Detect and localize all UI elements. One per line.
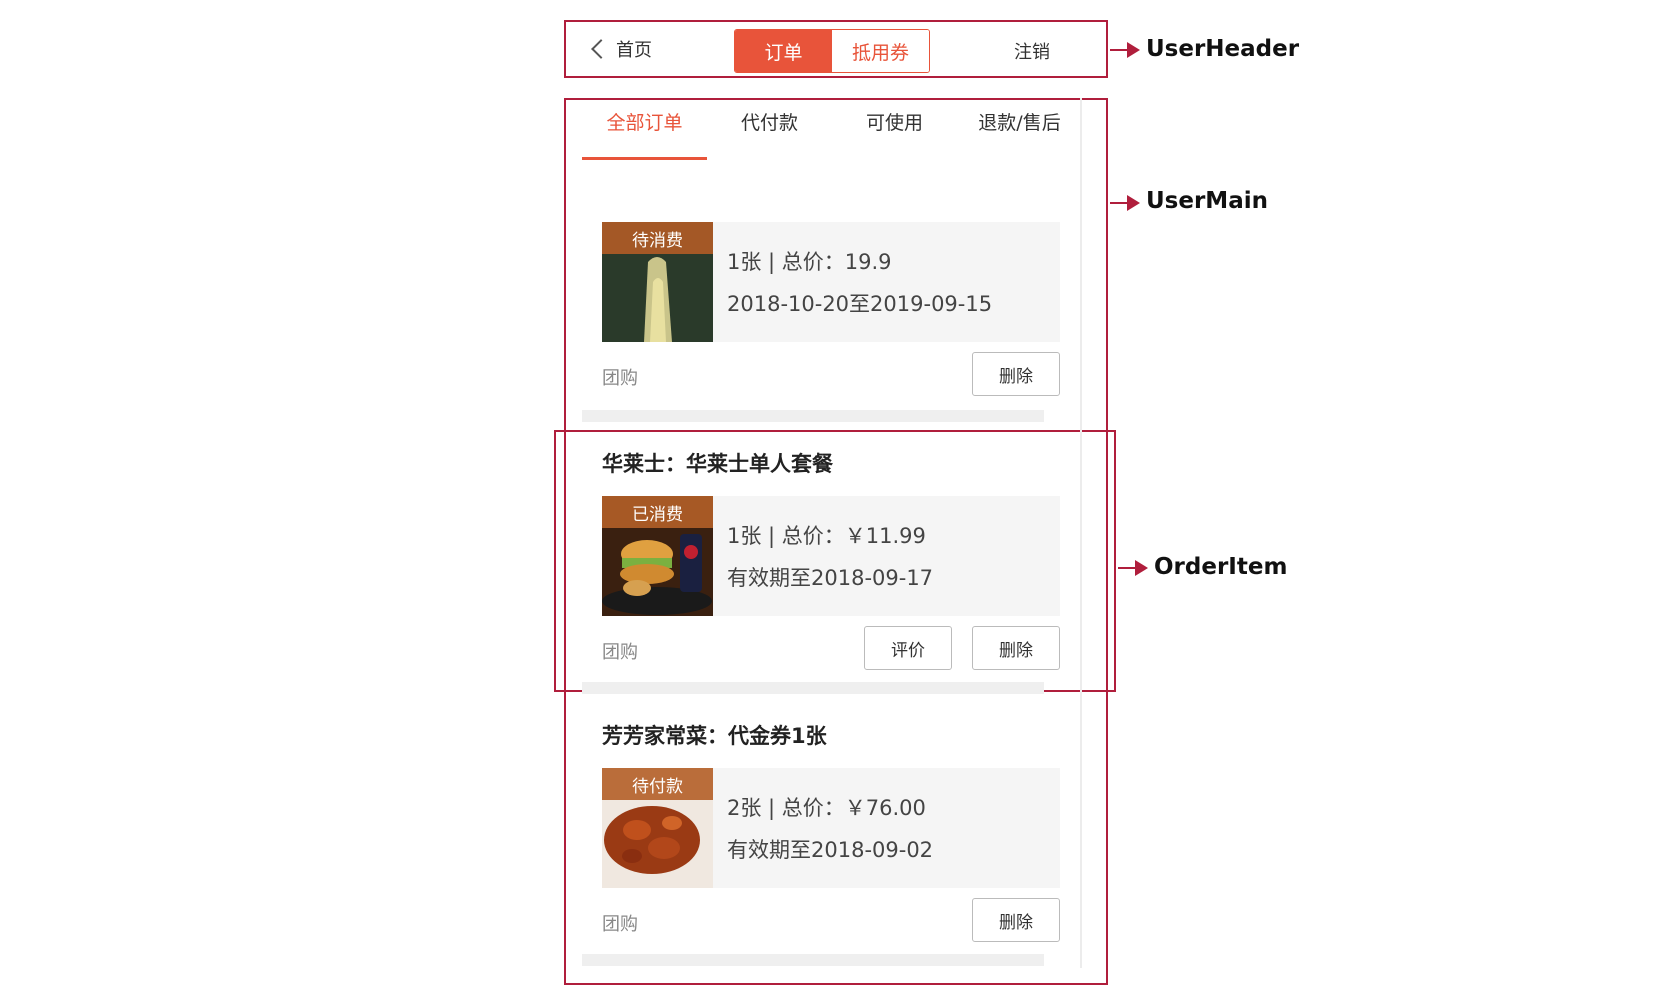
order-item: 芳芳家常菜：代金券1张 待付款 2张 | 总价：￥76.00 有效期至2018-… [582,720,1062,970]
order-separator [582,410,1044,422]
product-thumbnail: 待消费 [602,222,713,342]
header-segmented-control: 订单 抵用券 [734,29,930,73]
delete-button[interactable]: 删除 [972,352,1060,396]
order-validity: 有效期至2018-09-17 [727,566,934,590]
orderitem-label: OrderItem [1154,554,1288,580]
status-badge: 待付款 [602,768,713,800]
seg-coupons-tab[interactable]: 抵用券 [832,30,929,72]
back-label: 首页 [616,40,652,61]
logout-button[interactable]: 注销 [1014,38,1050,64]
delete-button[interactable]: 删除 [972,898,1060,942]
back-button[interactable]: 首页 [591,36,652,62]
order-separator [582,682,1044,694]
order-type: 团购 [602,368,638,389]
order-product[interactable]: 待消费 1张 | 总价：19.9 2018-10-20至2019-09-15 [602,222,1060,342]
user-main: 全部订单 代付款 可使用 退款/售后 待消费 1张 | 总价：19.9 2018… [564,98,1100,983]
order-quantity-price: 1张 | 总价：19.9 [727,250,892,274]
order-separator [582,954,1044,966]
usermain-arrow [1110,195,1140,211]
tab-all-orders[interactable]: 全部订单 [582,98,707,160]
usermain-label: UserMain [1146,188,1268,214]
userheader-label: UserHeader [1146,36,1300,62]
tab-refund[interactable]: 退款/售后 [957,98,1082,158]
order-quantity-price: 2张 | 总价：￥76.00 [727,796,926,820]
status-badge: 已消费 [602,496,713,528]
orderitem-arrow [1118,560,1148,576]
order-product[interactable]: 待付款 2张 | 总价：￥76.00 有效期至2018-09-02 [602,768,1060,888]
order-validity: 2018-10-20至2019-09-15 [727,292,993,316]
order-type: 团购 [602,642,638,663]
order-validity: 有效期至2018-09-02 [727,838,934,862]
tab-usable[interactable]: 可使用 [832,98,957,158]
order-title: 华莱士：华莱士单人套餐 [602,452,833,476]
order-tabs: 全部订单 代付款 可使用 退款/售后 [582,98,1082,160]
order-title: 芳芳家常菜：代金券1张 [602,724,827,748]
order-product[interactable]: 已消费 1张 | 总价：￥11.99 有效期至2018-09-17 [602,496,1060,616]
delete-button[interactable]: 删除 [972,626,1060,670]
chevron-left-icon [591,39,611,59]
status-badge: 待消费 [602,222,713,254]
order-item: 华莱士：华莱士单人套餐 已消费 1张 | 总价：￥11.99 有效期至2018-… [582,448,1062,698]
order-type: 团购 [602,914,638,935]
product-thumbnail: 待付款 [602,768,713,888]
product-thumbnail: 已消费 [602,496,713,616]
order-quantity-price: 1张 | 总价：￥11.99 [727,524,926,548]
userheader-arrow [1110,42,1140,58]
seg-orders-tab[interactable]: 订单 [735,30,832,72]
tab-pending-payment[interactable]: 代付款 [707,98,832,158]
review-button[interactable]: 评价 [864,626,952,670]
user-header: 首页 订单 抵用券 注销 [564,22,1100,78]
